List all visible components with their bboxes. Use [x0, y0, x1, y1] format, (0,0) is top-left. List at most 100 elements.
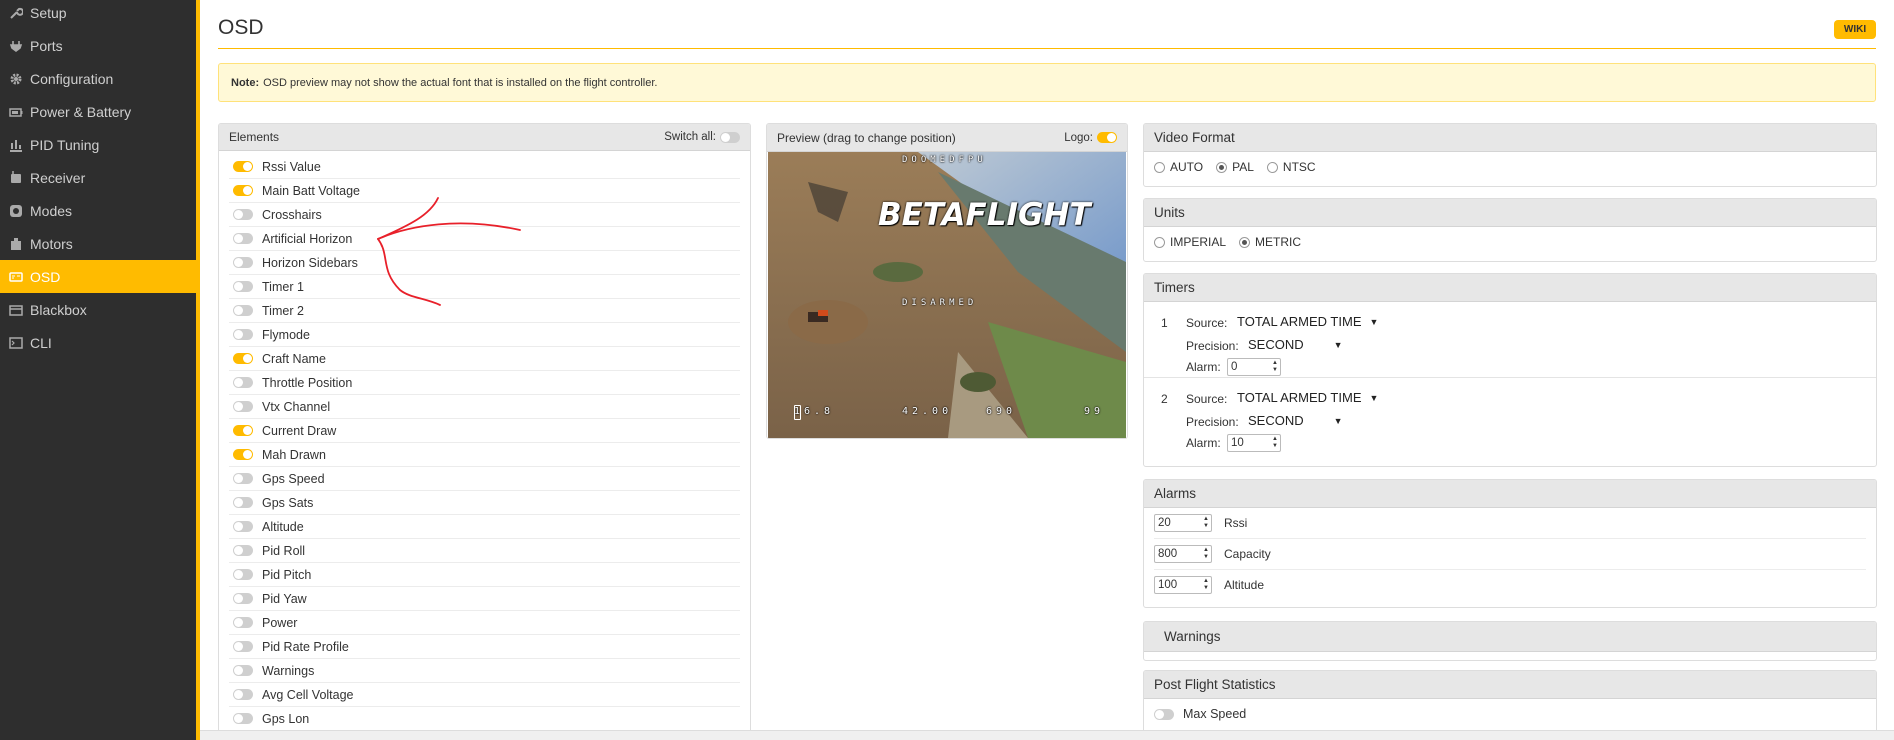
- warnings-header: Warnings: [1144, 622, 1876, 652]
- video-format-option-ntsc[interactable]: NTSC: [1266, 160, 1316, 174]
- nav-item-setup[interactable]: Setup: [0, 0, 196, 29]
- nav-item-power-battery[interactable]: Power & Battery: [0, 95, 196, 128]
- element-toggle[interactable]: [233, 617, 253, 628]
- element-toggle[interactable]: [233, 281, 253, 292]
- timer-precision-select[interactable]: SECOND ▼: [1248, 413, 1343, 428]
- video-format-options: AUTO PAL NTSC: [1144, 152, 1876, 182]
- radio-button[interactable]: [1216, 161, 1228, 173]
- element-row: Flymode: [229, 323, 740, 347]
- video-format-option-pal[interactable]: PAL: [1216, 160, 1254, 174]
- element-toggle[interactable]: [233, 353, 253, 364]
- nav-item-cli[interactable]: CLI: [0, 326, 196, 359]
- timer-source-select[interactable]: TOTAL ARMED TIME ▼: [1237, 314, 1378, 329]
- element-toggle[interactable]: [233, 641, 253, 652]
- source-label: Source:: [1186, 316, 1228, 330]
- element-row: Pid Roll: [229, 539, 740, 563]
- cli-icon: [8, 336, 24, 350]
- element-toggle[interactable]: [233, 689, 253, 700]
- radio-button[interactable]: [1266, 161, 1278, 173]
- element-label: Pid Rate Profile: [262, 639, 349, 654]
- element-toggle[interactable]: [233, 257, 253, 268]
- timer-alarm-input[interactable]: 0 ▲ ▼: [1227, 358, 1281, 376]
- logo-toggle[interactable]: [1097, 132, 1117, 143]
- main-content: OSD WIKI Note: OSD preview may not show …: [200, 0, 1894, 740]
- timer-precision-select[interactable]: SECOND ▼: [1248, 337, 1343, 352]
- nav-item-ports[interactable]: Ports: [0, 29, 196, 62]
- nav-item-modes[interactable]: Modes: [0, 194, 196, 227]
- element-toggle[interactable]: [233, 473, 253, 484]
- element-toggle[interactable]: [233, 305, 253, 316]
- element-toggle[interactable]: [233, 425, 253, 436]
- element-toggle[interactable]: [233, 497, 253, 508]
- nav-item-osd[interactable]: OSD: [0, 260, 196, 293]
- alarm-row-altitude: 100 ▲ ▼ Altitude: [1154, 570, 1866, 601]
- units-option-imperial[interactable]: IMPERIAL: [1154, 235, 1226, 249]
- max-speed-toggle[interactable]: [1154, 708, 1174, 720]
- note-bold-label: Note:: [231, 76, 260, 89]
- alarm-label: Alarm:: [1186, 360, 1221, 374]
- element-label: Artificial Horizon: [262, 231, 353, 246]
- switch-all-toggle[interactable]: [720, 131, 740, 143]
- spinner-icon[interactable]: ▲ ▼: [1272, 436, 1278, 450]
- preview-header: Preview (drag to change position) Logo:: [767, 124, 1127, 152]
- element-toggle[interactable]: [233, 449, 253, 460]
- element-toggle[interactable]: [233, 185, 253, 196]
- spinner-icon[interactable]: ▲ ▼: [1203, 547, 1209, 561]
- element-toggle[interactable]: [233, 593, 253, 604]
- element-toggle[interactable]: [233, 665, 253, 676]
- element-label: Horizon Sidebars: [262, 255, 358, 270]
- horizontal-scrollbar[interactable]: [200, 730, 1894, 740]
- switch-all-label: Switch all:: [664, 131, 716, 143]
- element-toggle[interactable]: [233, 233, 253, 244]
- spinner-icon[interactable]: ▲ ▼: [1272, 360, 1278, 374]
- osd-preview-image[interactable]: DOOMEDFPU BETAFLIGHT DISARMED 16.8 42.00…: [768, 152, 1126, 438]
- radio-button[interactable]: [1239, 236, 1251, 248]
- element-toggle[interactable]: [233, 329, 253, 340]
- timer-alarm-input[interactable]: 10 ▲ ▼: [1227, 434, 1281, 452]
- post-flight-header: Post Flight Statistics: [1144, 671, 1876, 699]
- nav-item-label: Ports: [30, 37, 63, 54]
- element-label: Timer 1: [262, 279, 304, 294]
- timer-source-select[interactable]: TOTAL ARMED TIME ▼: [1237, 390, 1378, 405]
- element-toggle[interactable]: [233, 713, 253, 724]
- element-toggle[interactable]: [233, 569, 253, 580]
- note-banner: Note: OSD preview may not show the actua…: [218, 63, 1876, 102]
- radio-button[interactable]: [1154, 161, 1165, 173]
- element-label: Warnings: [262, 663, 315, 678]
- video-format-option-auto[interactable]: AUTO: [1154, 160, 1203, 174]
- nav-item-label: Setup: [30, 4, 67, 21]
- alarm-altitude-input[interactable]: 100 ▲ ▼: [1154, 576, 1212, 594]
- element-label: Crosshairs: [262, 207, 322, 222]
- dropdown-arrow-icon: ▼: [1369, 316, 1379, 327]
- nav-item-motors[interactable]: Motors: [0, 227, 196, 260]
- receiver-icon: [8, 170, 24, 185]
- nav-item-blackbox[interactable]: Blackbox: [0, 293, 196, 326]
- nav-item-pid-tuning[interactable]: PID Tuning: [0, 128, 196, 161]
- units-option-metric[interactable]: METRIC: [1239, 235, 1301, 249]
- radio-label: METRIC: [1255, 235, 1302, 249]
- element-toggle[interactable]: [233, 161, 253, 172]
- red-annotation-scribble: [377, 197, 521, 306]
- element-toggle[interactable]: [233, 209, 253, 220]
- nav-item-label: Receiver: [30, 169, 86, 186]
- alarm-row-rssi: 20 ▲ ▼ Rssi: [1154, 508, 1866, 539]
- alarm-rssi-input[interactable]: 20 ▲ ▼: [1154, 514, 1212, 532]
- element-row: Power: [229, 611, 740, 635]
- element-toggle[interactable]: [233, 401, 253, 412]
- nav-item-receiver[interactable]: Receiver: [0, 161, 196, 194]
- nav-item-configuration[interactable]: Configuration: [0, 62, 196, 95]
- spinner-icon[interactable]: ▲ ▼: [1203, 516, 1209, 530]
- element-toggle[interactable]: [233, 545, 253, 556]
- wrench-icon: [8, 6, 24, 20]
- wiki-button[interactable]: WIKI: [1834, 20, 1876, 39]
- element-row: Gps Lon: [229, 707, 740, 731]
- preview-panel: Preview (drag to change position) Logo:: [766, 123, 1128, 439]
- spinner-icon[interactable]: ▲ ▼: [1203, 578, 1209, 592]
- element-row: Mah Drawn: [229, 443, 740, 467]
- element-toggle[interactable]: [233, 521, 253, 532]
- alarm-capacity-input[interactable]: 800 ▲ ▼: [1154, 545, 1212, 563]
- input-value: 800: [1158, 548, 1178, 560]
- element-row: Pid Yaw: [229, 587, 740, 611]
- element-toggle[interactable]: [233, 377, 253, 388]
- radio-button[interactable]: [1154, 236, 1165, 248]
